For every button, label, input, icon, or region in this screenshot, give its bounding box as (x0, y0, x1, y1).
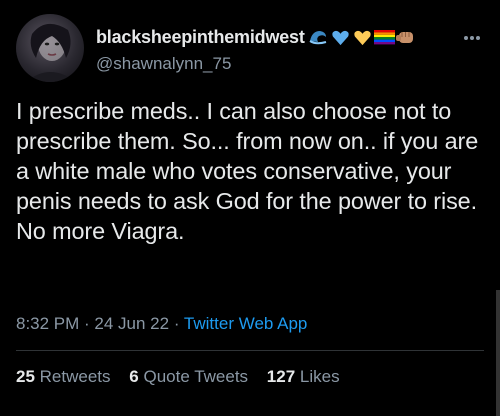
meta-separator: · (79, 314, 95, 333)
likes-label: Likes (299, 367, 340, 386)
tweet-source-link[interactable]: Twitter Web App (184, 314, 307, 333)
tweet-time[interactable]: 8:32 PM (16, 314, 79, 333)
tweet-meta: 8:32 PM · 24 Jun 22 · Twitter Web App (16, 314, 307, 334)
user-handle[interactable]: @shawnalynn_75 (96, 54, 231, 74)
name-emojis (308, 27, 417, 48)
retweets-stat[interactable]: 25 Retweets (16, 367, 111, 386)
retweets-count: 25 (16, 367, 35, 386)
tweet-stats: 25 Retweets 6 Quote Tweets 127 Likes (16, 367, 354, 387)
yellow-heart-icon (352, 27, 373, 48)
meta-separator: · (169, 314, 184, 333)
display-name[interactable]: blacksheepinthemidwest (96, 27, 305, 48)
more-options-icon[interactable] (460, 26, 484, 50)
fist-icon (395, 27, 417, 48)
rainbow-flag-icon (373, 27, 395, 48)
scrollbar[interactable] (496, 290, 500, 416)
quote-tweets-stat[interactable]: 6 Quote Tweets (129, 367, 248, 386)
tweet-header: blacksheepinthemidwest @shawnalynn_75 (16, 14, 484, 84)
likes-count: 127 (266, 367, 296, 386)
divider (16, 350, 484, 351)
likes-stat[interactable]: 127 Likes (267, 367, 340, 386)
tweet: blacksheepinthemidwest @shawnalynn_75 I … (0, 0, 500, 416)
quote-tweets-count: 6 (129, 367, 139, 386)
quote-tweets-label: Quote Tweets (143, 367, 249, 386)
name-row: blacksheepinthemidwest (96, 24, 417, 50)
blue-heart-icon (330, 27, 351, 48)
wave-icon (308, 27, 329, 48)
avatar-photo (26, 23, 76, 82)
avatar[interactable] (16, 14, 84, 82)
tweet-date[interactable]: 24 Jun 22 (94, 314, 169, 333)
retweets-label: Retweets (39, 367, 111, 386)
tweet-text: I prescribe meds.. I can also choose not… (16, 98, 479, 244)
